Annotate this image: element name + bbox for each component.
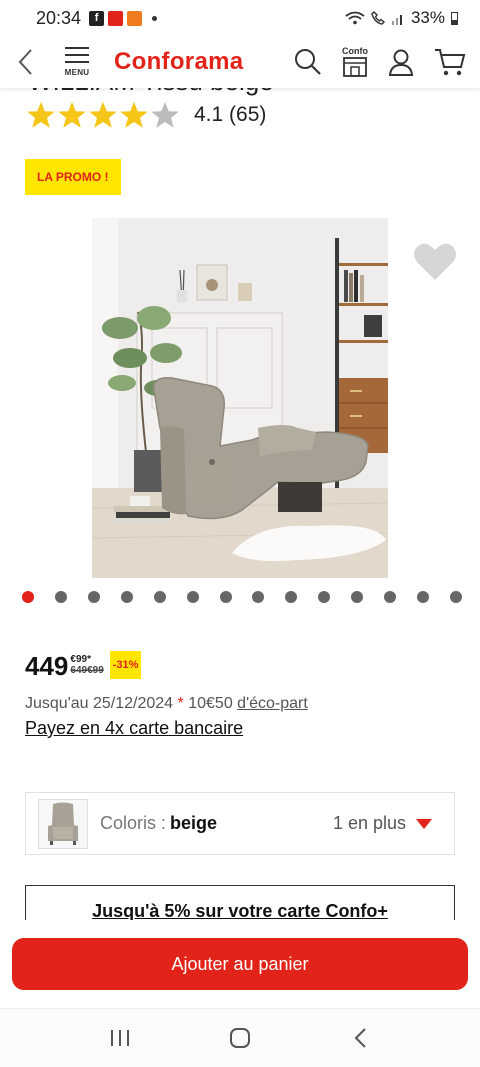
discount-badge: -31% xyxy=(109,651,142,679)
caret-down-icon xyxy=(416,818,432,829)
cart-button[interactable] xyxy=(434,47,466,77)
carousel-dot[interactable] xyxy=(417,591,430,603)
notification-icons: f xyxy=(89,10,158,26)
carousel-dot[interactable] xyxy=(186,591,199,603)
battery-text: 33% xyxy=(410,8,445,27)
eco-amount: 10€50 xyxy=(188,695,233,712)
wifi-icon xyxy=(345,11,365,25)
status-time: 20:34 xyxy=(36,7,82,28)
price-cents-block: €99* 649€99 xyxy=(70,654,103,676)
confo-card-icon xyxy=(343,57,367,77)
carousel-dot[interactable] xyxy=(22,591,34,603)
app-notification-icon-2 xyxy=(127,10,143,26)
variant-thumbnail xyxy=(38,798,88,849)
price-main: 449 xyxy=(25,651,69,681)
carousel-dot[interactable] xyxy=(384,591,397,603)
menu-button[interactable]: MENU xyxy=(58,47,96,77)
more-notifications-icon xyxy=(152,15,158,21)
battery-icon xyxy=(451,11,458,25)
signal-icon xyxy=(391,14,402,25)
heart-icon xyxy=(414,243,456,280)
star-full-icon xyxy=(120,101,148,128)
variant-label: Coloris : xyxy=(100,813,166,834)
app-notification-icon xyxy=(108,10,124,26)
eco-part-link[interactable]: d'éco-part xyxy=(237,695,308,712)
deadline-prefix: Jusqu'au 25/12/2024 xyxy=(25,695,174,712)
payment-4x-link[interactable]: Payez en 4x carte bancaire xyxy=(25,718,243,739)
carousel-dot[interactable] xyxy=(87,591,100,603)
color-variant-selector[interactable]: Coloris : beige 1 en plus xyxy=(25,792,455,855)
carousel-dot[interactable] xyxy=(153,591,166,603)
conforama-logo[interactable]: Conforama xyxy=(114,48,243,76)
star-full-icon xyxy=(58,101,86,128)
menu-icon xyxy=(65,47,89,63)
variant-label-text: Coloris xyxy=(100,813,157,833)
star-empty-icon xyxy=(151,101,179,128)
price-asterisk: * xyxy=(87,654,91,665)
carousel-dot[interactable] xyxy=(351,591,364,603)
status-bar: 20:34 f 33% xyxy=(0,0,480,36)
account-icon xyxy=(388,49,414,76)
cart-icon xyxy=(435,49,466,76)
system-back-button[interactable] xyxy=(340,1018,380,1058)
variant-more-count: 1 en plus xyxy=(332,813,406,833)
cart-bar: Ajouter au panier xyxy=(0,920,480,1008)
product-rating[interactable]: 4.1 (65) xyxy=(26,100,266,130)
recent-apps-button[interactable] xyxy=(100,1018,140,1058)
carousel-dot[interactable] xyxy=(54,591,67,603)
carousel-dot[interactable] xyxy=(285,591,298,603)
favorite-button[interactable] xyxy=(412,240,458,287)
call-icon xyxy=(371,11,385,25)
android-nav-bar xyxy=(0,1008,480,1067)
armchair-thumbnail-icon xyxy=(48,802,78,845)
account-button[interactable] xyxy=(388,48,414,76)
promo-badge: LA PROMO ! xyxy=(25,159,121,195)
back-icon xyxy=(18,49,32,75)
product-image[interactable] xyxy=(92,218,388,578)
home-icon xyxy=(230,1028,250,1048)
deadline-asterisk: * xyxy=(177,695,184,712)
rating-text: 4.1 (65) xyxy=(194,103,267,126)
carousel-dot[interactable] xyxy=(318,591,331,603)
promo-deadline: Jusqu'au 25/12/2024 * 10€50 d'éco-part xyxy=(25,695,308,713)
price-cents-line: €99* xyxy=(70,654,103,665)
confo-card-promo[interactable]: Jusqu'à 5% sur votre carte Confo+ xyxy=(25,885,455,920)
price-cents: €99 xyxy=(70,654,88,665)
rating-stars xyxy=(26,100,180,130)
home-button[interactable] xyxy=(220,1018,260,1058)
price-block: 449 €99* 649€99 -31% xyxy=(25,650,142,682)
system-back-icon xyxy=(354,1028,366,1048)
search-button[interactable] xyxy=(294,48,322,76)
image-carousel-dots xyxy=(22,590,462,604)
search-icon xyxy=(295,49,321,75)
status-right: 33% xyxy=(345,8,458,28)
confo-card-button[interactable]: Confo xyxy=(342,46,368,78)
add-to-cart-button[interactable]: Ajouter au panier xyxy=(12,938,468,990)
recent-apps-icon xyxy=(111,1030,129,1046)
carousel-dot[interactable] xyxy=(219,591,232,603)
product-content: WILLIAM Tissu beige 4.1 (65) LA PROMO ! xyxy=(0,88,480,920)
variant-separator: : xyxy=(156,813,167,833)
star-full-icon xyxy=(27,101,55,128)
top-header: MENU Conforama Confo xyxy=(0,36,480,88)
facebook-icon: f xyxy=(89,10,105,26)
menu-label: MENU xyxy=(64,68,90,77)
variant-value: beige xyxy=(170,813,218,833)
carousel-dot[interactable] xyxy=(120,591,133,603)
price-old: 649€99 xyxy=(70,665,104,676)
back-button[interactable] xyxy=(0,36,50,88)
star-full-icon xyxy=(89,101,117,128)
product-title: WILLIAM Tissu beige xyxy=(28,88,274,97)
header-icons: Confo xyxy=(294,46,480,78)
confo-promo-text: Jusqu'à 5% sur votre carte Confo+ xyxy=(92,901,388,920)
recliner-illustration xyxy=(92,218,388,578)
carousel-dot[interactable] xyxy=(449,591,462,603)
confo-label: Confo xyxy=(342,46,368,56)
carousel-dot[interactable] xyxy=(252,591,265,603)
